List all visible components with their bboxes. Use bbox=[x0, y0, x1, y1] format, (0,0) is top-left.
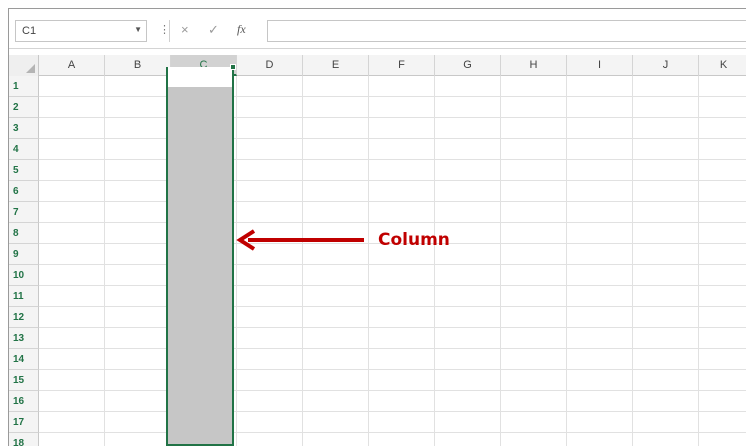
gridline-horizontal bbox=[39, 285, 746, 286]
row-header-17[interactable]: 17 bbox=[9, 412, 39, 433]
gridline-vertical bbox=[236, 76, 237, 446]
select-all-button[interactable] bbox=[9, 55, 39, 76]
insert-function-icon[interactable]: fx bbox=[237, 22, 246, 37]
formula-bar-grip-icon[interactable]: ⋮ bbox=[159, 23, 170, 36]
row-header-11[interactable]: 11 bbox=[9, 286, 39, 307]
gridline-vertical bbox=[632, 76, 633, 446]
gridline-horizontal bbox=[39, 117, 746, 118]
row-header-15[interactable]: 15 bbox=[9, 370, 39, 391]
formula-bar: C1 ▼ ⋮ × ✓ fx bbox=[9, 9, 746, 49]
column-header-i[interactable]: I bbox=[567, 55, 633, 76]
name-box-dropdown-icon[interactable]: ▼ bbox=[134, 25, 142, 34]
gridline-horizontal bbox=[39, 138, 746, 139]
gridline-horizontal bbox=[39, 306, 746, 307]
row-header-10[interactable]: 10 bbox=[9, 265, 39, 286]
gridline-horizontal bbox=[39, 222, 746, 223]
row-header-9[interactable]: 9 bbox=[9, 244, 39, 265]
row-header-1[interactable]: 1 bbox=[9, 76, 39, 97]
gridline-horizontal bbox=[39, 390, 746, 391]
column-callout-label: Column bbox=[378, 230, 450, 250]
column-header-k[interactable]: K bbox=[699, 55, 746, 76]
row-header-5[interactable]: 5 bbox=[9, 160, 39, 181]
gridline-horizontal bbox=[39, 411, 746, 412]
row-header-13[interactable]: 13 bbox=[9, 328, 39, 349]
column-header-j[interactable]: J bbox=[633, 55, 699, 76]
row-header-14[interactable]: 14 bbox=[9, 349, 39, 370]
select-all-triangle-icon bbox=[26, 64, 35, 73]
gridline-vertical bbox=[698, 76, 699, 446]
column-header-f[interactable]: F bbox=[369, 55, 435, 76]
row-header-7[interactable]: 7 bbox=[9, 202, 39, 223]
row-header-2[interactable]: 2 bbox=[9, 97, 39, 118]
cell-area[interactable] bbox=[39, 76, 746, 446]
column-header-h[interactable]: H bbox=[501, 55, 567, 76]
gridline-horizontal bbox=[39, 201, 746, 202]
name-box[interactable]: C1 ▼ bbox=[15, 20, 147, 42]
fill-handle[interactable] bbox=[230, 64, 236, 70]
row-header-4[interactable]: 4 bbox=[9, 139, 39, 160]
row-header-18[interactable]: 18 bbox=[9, 433, 39, 446]
name-box-value: C1 bbox=[22, 25, 37, 37]
gridline-vertical bbox=[302, 76, 303, 446]
column-header-row: ABCDEFGHIJK bbox=[9, 55, 746, 76]
gridline-horizontal bbox=[39, 180, 746, 181]
active-cell-c1[interactable] bbox=[168, 67, 232, 87]
cancel-icon[interactable]: × bbox=[181, 22, 189, 37]
formula-bar-divider bbox=[169, 20, 170, 42]
gridline-vertical bbox=[434, 76, 435, 446]
gridline-vertical bbox=[368, 76, 369, 446]
gridline-horizontal bbox=[39, 327, 746, 328]
selected-column-highlight bbox=[166, 67, 234, 446]
column-header-a[interactable]: A bbox=[39, 55, 105, 76]
gridline-horizontal bbox=[39, 348, 746, 349]
row-header-3[interactable]: 3 bbox=[9, 118, 39, 139]
column-header-e[interactable]: E bbox=[303, 55, 369, 76]
gridline-horizontal bbox=[39, 159, 746, 160]
row-header-6[interactable]: 6 bbox=[9, 181, 39, 202]
row-header-16[interactable]: 16 bbox=[9, 391, 39, 412]
formula-input[interactable] bbox=[267, 20, 746, 42]
gridline-horizontal bbox=[39, 96, 746, 97]
column-header-g[interactable]: G bbox=[435, 55, 501, 76]
gridline-horizontal bbox=[39, 264, 746, 265]
row-header-8[interactable]: 8 bbox=[9, 223, 39, 244]
gridline-vertical bbox=[104, 76, 105, 446]
gridline-vertical bbox=[500, 76, 501, 446]
gridline-horizontal bbox=[39, 369, 746, 370]
enter-icon[interactable]: ✓ bbox=[208, 22, 219, 38]
column-header-b[interactable]: B bbox=[105, 55, 171, 76]
row-header-12[interactable]: 12 bbox=[9, 307, 39, 328]
excel-window: C1 ▼ ⋮ × ✓ fx ABCDEFGHIJK 1 2 3 4 5 6 7 8 9 10 11 1… bbox=[8, 8, 746, 446]
gridline-vertical bbox=[566, 76, 567, 446]
arrow-left-icon bbox=[236, 229, 364, 251]
column-header-d[interactable]: D bbox=[237, 55, 303, 76]
gridline-horizontal bbox=[39, 432, 746, 433]
